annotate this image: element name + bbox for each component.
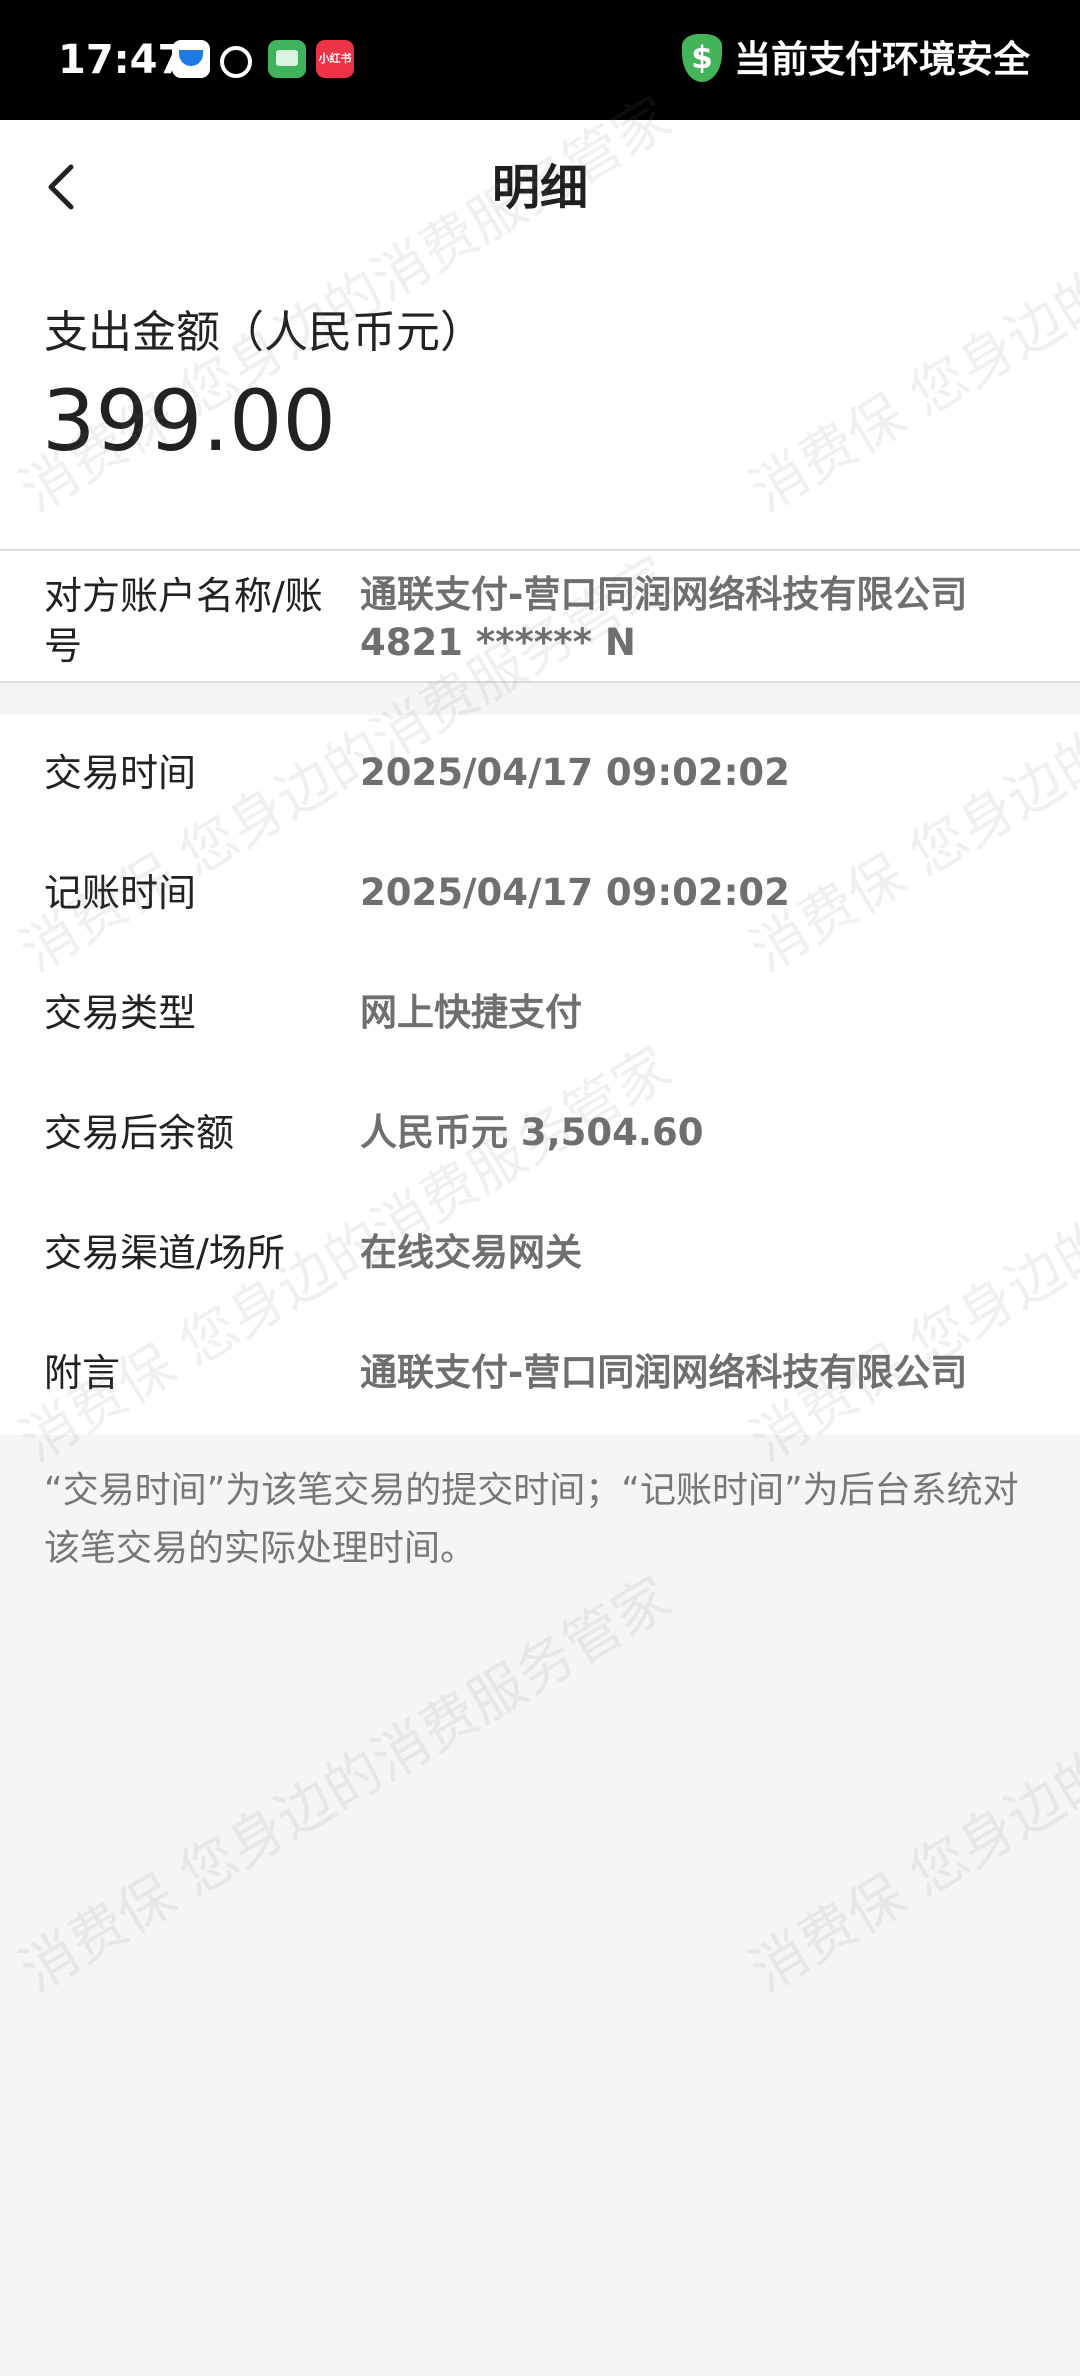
amount-label: 支出金额（人民币元）	[44, 307, 484, 358]
account-value: 通联支付-营口同润网络科技有限公司 4821 ****** N	[360, 571, 1050, 667]
amount-value: 399.00	[42, 372, 336, 470]
detail-row-remark: 附言 通联支付-营口同润网络科技有限公司	[0, 1315, 1080, 1435]
tencent-app-icon	[172, 40, 210, 78]
transaction-details: 交易时间 2025/04/17 09:02:02 记账时间 2025/04/17…	[0, 715, 1080, 1435]
detail-value: 2025/04/17 09:02:02	[360, 871, 790, 914]
detail-row-posting-time: 记账时间 2025/04/17 09:02:02	[0, 835, 1080, 955]
watermark-text: 消费保 您身边的消费服务管家	[739, 1565, 1080, 2005]
detail-value: 人民币元 3,504.60	[360, 1111, 704, 1154]
chat-bubble-icon	[220, 46, 252, 78]
detail-value: 网上快捷支付	[360, 991, 582, 1034]
detail-label: 交易渠道/场所	[44, 1231, 285, 1275]
dollar-shield-icon: $	[682, 34, 722, 82]
detail-label: 附言	[44, 1351, 121, 1395]
account-number: 4821 ****** N	[360, 621, 636, 664]
detail-row-transaction-time: 交易时间 2025/04/17 09:02:02	[0, 715, 1080, 835]
detail-value: 在线交易网关	[360, 1231, 582, 1274]
page-header: 明细	[0, 120, 1080, 255]
status-bar: 17:47 小红书 $ 当前支付环境安全	[0, 0, 1080, 120]
watermark-text: 消费保 您身边的消费服务管家	[9, 1565, 683, 2005]
detail-value: 通联支付-营口同润网络科技有限公司	[360, 1351, 968, 1394]
detail-value: 2025/04/17 09:02:02	[360, 751, 790, 794]
message-app-icon	[268, 40, 306, 78]
page-title: 明细	[491, 160, 588, 216]
account-label: 对方账户名称/账号	[44, 574, 323, 668]
detail-row-balance: 交易后余额 人民币元 3,504.60	[0, 1075, 1080, 1195]
transaction-time-note: “交易时间”为该笔交易的提交时间；“记账时间”为后台系统对该笔交易的实际处理时间…	[44, 1470, 1019, 1569]
amount-summary: 支出金额（人民币元） 399.00	[0, 255, 1080, 549]
detail-row-channel: 交易渠道/场所 在线交易网关	[0, 1195, 1080, 1315]
status-time: 17:47	[58, 37, 186, 83]
account-name: 通联支付-营口同润网络科技有限公司	[360, 573, 968, 616]
payment-security-status: 当前支付环境安全	[734, 38, 1030, 81]
xiaohongshu-icon: 小红书	[316, 40, 354, 78]
counterparty-account: 对方账户名称/账号 通联支付-营口同润网络科技有限公司 4821 ****** …	[0, 549, 1080, 683]
detail-label: 交易类型	[44, 991, 197, 1035]
detail-row-transaction-type: 交易类型 网上快捷支付	[0, 955, 1080, 1075]
detail-label: 交易时间	[44, 751, 197, 795]
detail-label: 记账时间	[44, 871, 197, 915]
detail-label: 交易后余额	[44, 1111, 235, 1155]
